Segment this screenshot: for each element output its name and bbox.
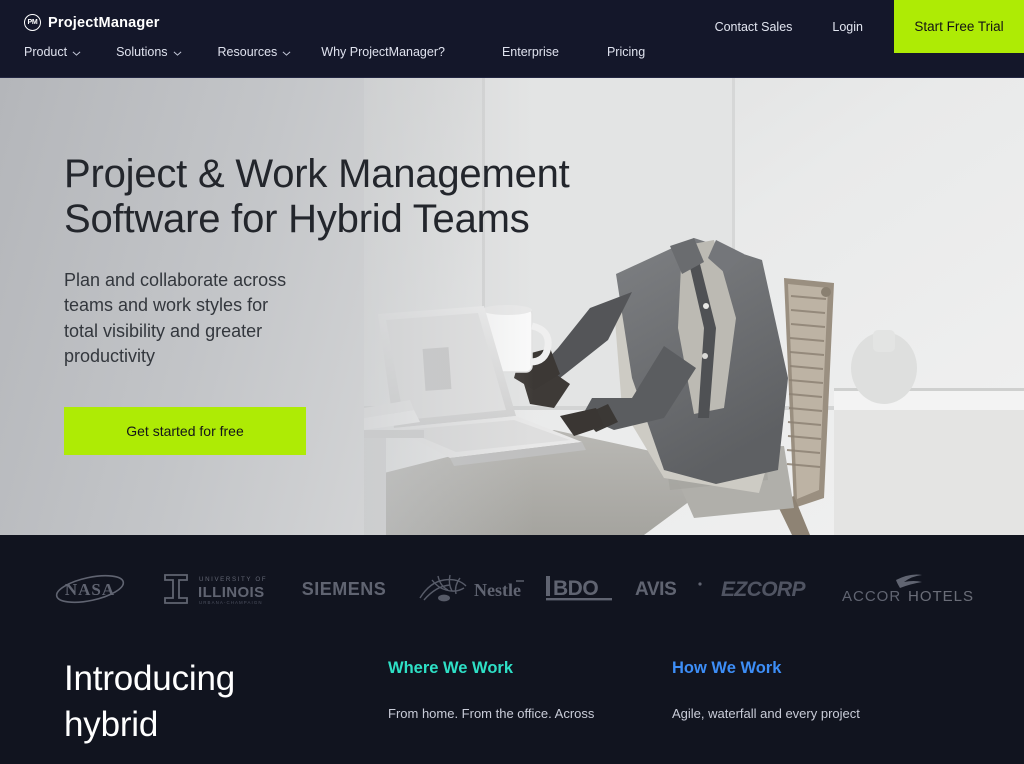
nav-item-why-projectmanager[interactable]: Why ProjectManager? [321, 45, 445, 59]
svg-text:HOTELS: HOTELS [908, 588, 974, 605]
hero-subtitle: Plan and collaborate across teams and wo… [64, 269, 287, 367]
nav-item-product[interactable]: Product [24, 45, 81, 59]
svg-text:ILLINOIS: ILLINOIS [198, 584, 265, 601]
svg-text:BDO: BDO [553, 577, 598, 600]
hero-copy: Project & Work Management Software for H… [64, 152, 644, 455]
pm-circle-logo-icon: PM [24, 14, 41, 31]
logo-siemens: SIEMENS [281, 569, 407, 609]
column-where-we-work: Where We Work From home. From the office… [388, 659, 633, 724]
chevron-down-icon [72, 49, 81, 58]
hero-title: Project & Work Management Software for H… [64, 152, 570, 241]
brand-logo[interactable]: PM ProjectManager [24, 14, 160, 31]
nav-item-solutions[interactable]: Solutions [116, 45, 181, 59]
secondary-nav: Contact Sales Login Start Free Trial [715, 0, 1024, 53]
nav-item-label: Enterprise [501, 45, 559, 59]
svg-text:ACCOR: ACCOR [842, 588, 901, 605]
start-free-trial-button[interactable]: Start Free Trial [894, 0, 1024, 53]
column-how-we-work: How We Work Agile, waterfall and every p… [672, 659, 917, 724]
column-body: Agile, waterfall and every project [672, 705, 860, 721]
customer-logo-strip: NASA UNIVERSITY OF ILLINOIS URBANA-CHAMP… [0, 535, 1024, 643]
logo-initials: PM [27, 19, 38, 26]
nav-item-resources[interactable]: Resources [218, 45, 292, 59]
column-title: Where We Work [388, 659, 513, 677]
logo-ezcorp: EZCORP [713, 569, 833, 609]
chevron-down-icon [173, 49, 182, 58]
nav-item-label: Resources [217, 45, 278, 59]
get-started-for-free-button[interactable]: Get started for free [64, 406, 306, 455]
svg-text:EZCORP: EZCORP [721, 578, 807, 601]
top-navigation-bar: PM ProjectManager Product Solutions Reso… [0, 0, 1024, 78]
nav-item-label: Solutions [116, 45, 168, 59]
primary-nav: Product Solutions Resources Why ProjectM… [24, 45, 645, 59]
svg-text:NASA: NASA [65, 580, 115, 599]
nav-item-label: Product [24, 45, 68, 59]
nav-item-enterprise[interactable]: Enterprise [502, 45, 559, 59]
svg-text:UNIVERSITY OF: UNIVERSITY OF [199, 576, 267, 583]
column-body: From home. From the office. Across [388, 705, 595, 721]
introducing-hybrid-heading: Introducing hybrid [64, 659, 235, 745]
svg-text:Nestle: Nestle [474, 580, 521, 600]
brand-name: ProjectManager [48, 14, 160, 31]
svg-text:URBANA-CHAMPAIGN: URBANA-CHAMPAIGN [199, 600, 263, 605]
login-link[interactable]: Login [832, 20, 863, 34]
nav-item-label: Why ProjectManager? [321, 45, 445, 59]
hero-section: Project & Work Management Software for H… [0, 78, 1024, 535]
column-title: How We Work [672, 659, 782, 677]
hybrid-intro-section: Introducing hybrid Where We Work From ho… [0, 643, 1024, 764]
svg-text:SIEMENS: SIEMENS [302, 579, 387, 599]
contact-sales-link[interactable]: Contact Sales [715, 20, 793, 34]
logo-university-of-illinois: UNIVERSITY OF ILLINOIS URBANA-CHAMPAIGN [149, 569, 281, 609]
logo-nasa: NASA [31, 569, 149, 609]
chevron-down-icon [282, 49, 291, 58]
logo-nestle: Nestle [407, 569, 535, 609]
logo-bdo: BDO [535, 569, 625, 609]
logo-avis: AVIS [625, 569, 713, 609]
logo-accorhotels: ACCOR HOTELS [833, 569, 993, 609]
nav-item-pricing[interactable]: Pricing [607, 45, 645, 59]
nav-item-label: Pricing [606, 45, 646, 59]
svg-text:AVIS: AVIS [635, 579, 676, 600]
